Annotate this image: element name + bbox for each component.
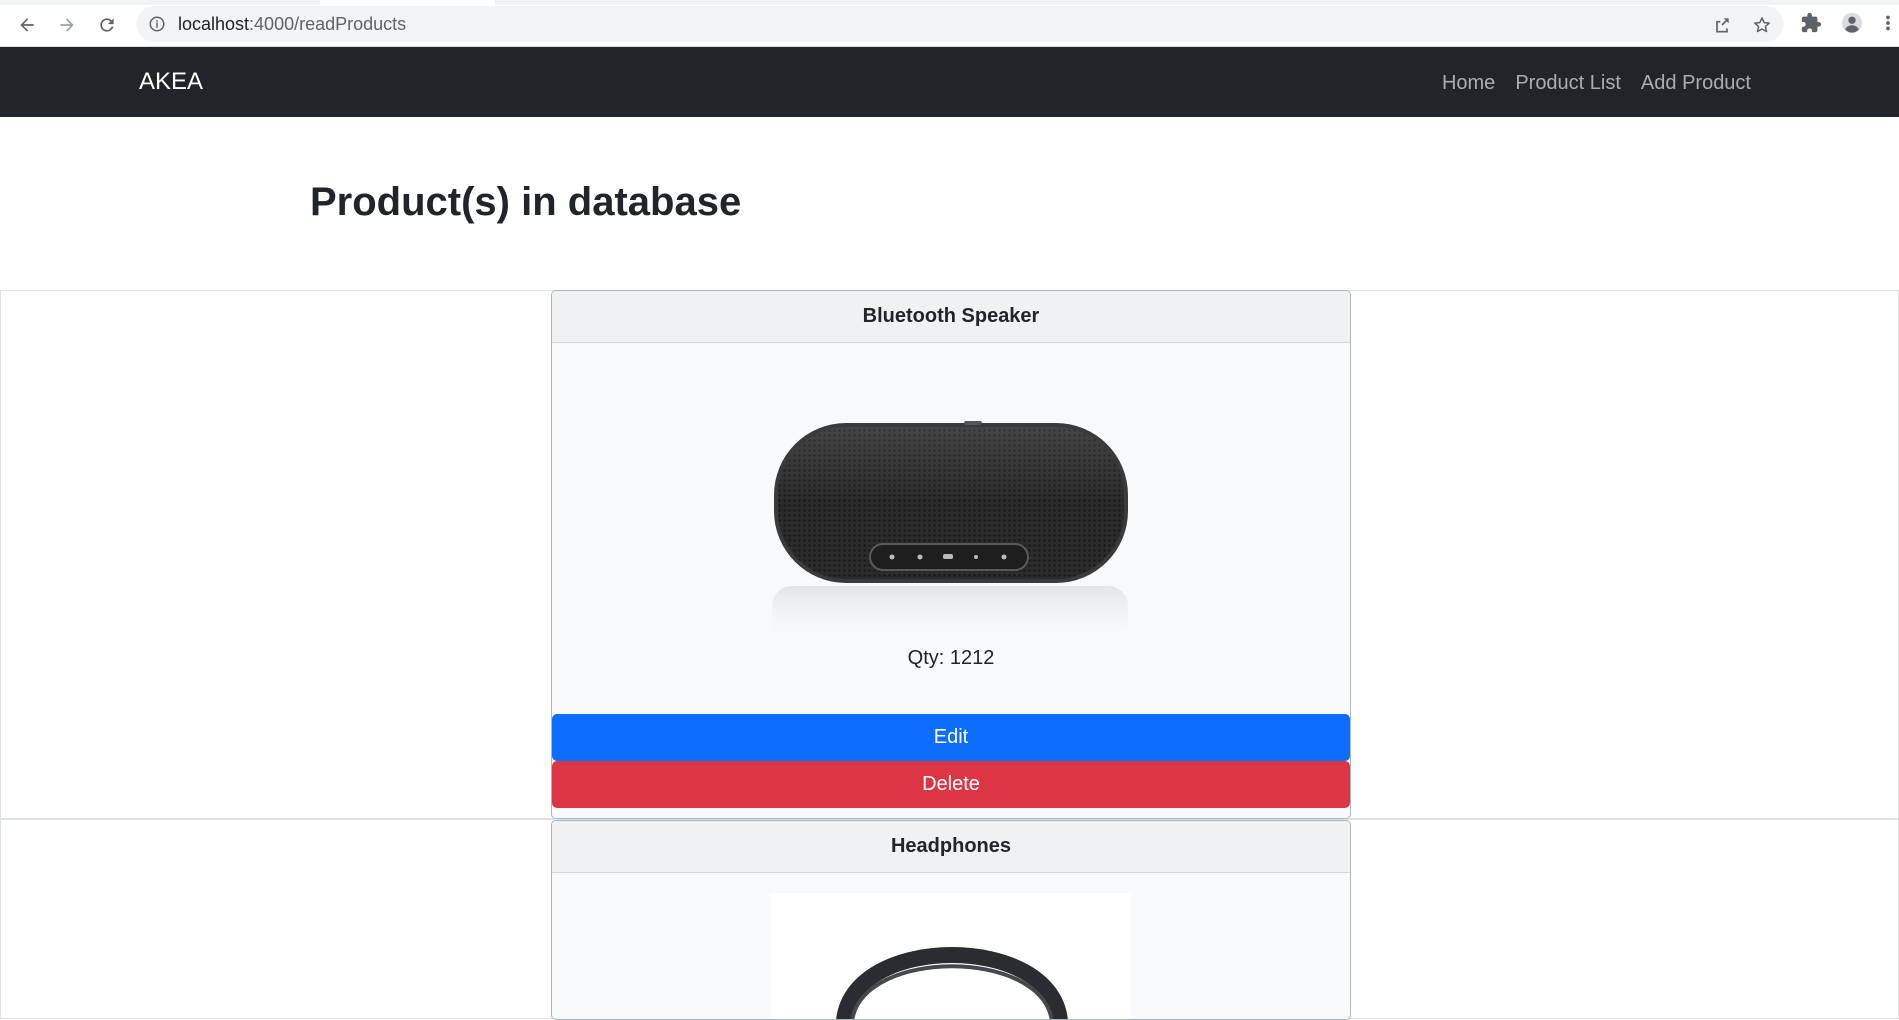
nav-link-add-product[interactable]: Add Product bbox=[1641, 71, 1751, 95]
url-host: localhost bbox=[178, 14, 250, 34]
url-path: :4000/readProducts bbox=[249, 14, 407, 34]
product-row: Bluetooth Speaker Qty: 1212 Edit Delete bbox=[0, 290, 1899, 819]
url-text[interactable]: localhost:4000/readProducts bbox=[178, 15, 406, 33]
info-icon[interactable] bbox=[148, 15, 166, 33]
browser-toolbar: localhost:4000/readProducts bbox=[0, 0, 1899, 47]
product-name: Bluetooth Speaker bbox=[552, 291, 1350, 343]
edit-button[interactable]: Edit bbox=[552, 714, 1350, 761]
menu-dots-icon[interactable] bbox=[1881, 12, 1895, 34]
speaker-image bbox=[552, 343, 1350, 648]
arrow-right-icon bbox=[60, 18, 74, 32]
active-tab-indicator bbox=[320, 0, 495, 5]
product-name: Headphones bbox=[552, 821, 1350, 873]
product-card: Headphones bbox=[551, 820, 1351, 1020]
address-bar[interactable]: localhost:4000/readProducts bbox=[136, 6, 1784, 42]
tab-strip bbox=[0, 0, 1899, 5]
brand-logo[interactable]: AKEA bbox=[139, 68, 203, 96]
product-card: Bluetooth Speaker Qty: 1212 Edit Delete bbox=[551, 290, 1351, 819]
headphones-illustration bbox=[771, 893, 1131, 1019]
site-navbar: AKEA Home Product List Add Product bbox=[0, 47, 1899, 117]
profile-avatar-icon[interactable] bbox=[1841, 12, 1863, 34]
nav-link-product-list[interactable]: Product List bbox=[1515, 71, 1621, 95]
star-icon[interactable] bbox=[1752, 15, 1772, 35]
back-button[interactable] bbox=[11, 9, 43, 41]
extensions-icon[interactable] bbox=[1800, 12, 1822, 34]
reload-button[interactable] bbox=[91, 9, 123, 41]
nav-link-home[interactable]: Home bbox=[1442, 71, 1495, 95]
product-row: Headphones bbox=[0, 819, 1899, 1020]
headphones-image bbox=[552, 873, 1350, 1019]
forward-button[interactable] bbox=[51, 9, 83, 41]
arrow-left-icon bbox=[20, 18, 34, 32]
page-title: Product(s) in database bbox=[310, 180, 742, 224]
speaker-illustration bbox=[772, 421, 1128, 641]
product-qty: Qty: 1212 bbox=[907, 647, 995, 669]
reload-icon bbox=[100, 18, 114, 32]
delete-button[interactable]: Delete bbox=[552, 761, 1350, 808]
share-icon[interactable] bbox=[1712, 15, 1732, 35]
nav-links: Home Product List Add Product bbox=[1442, 71, 1751, 95]
